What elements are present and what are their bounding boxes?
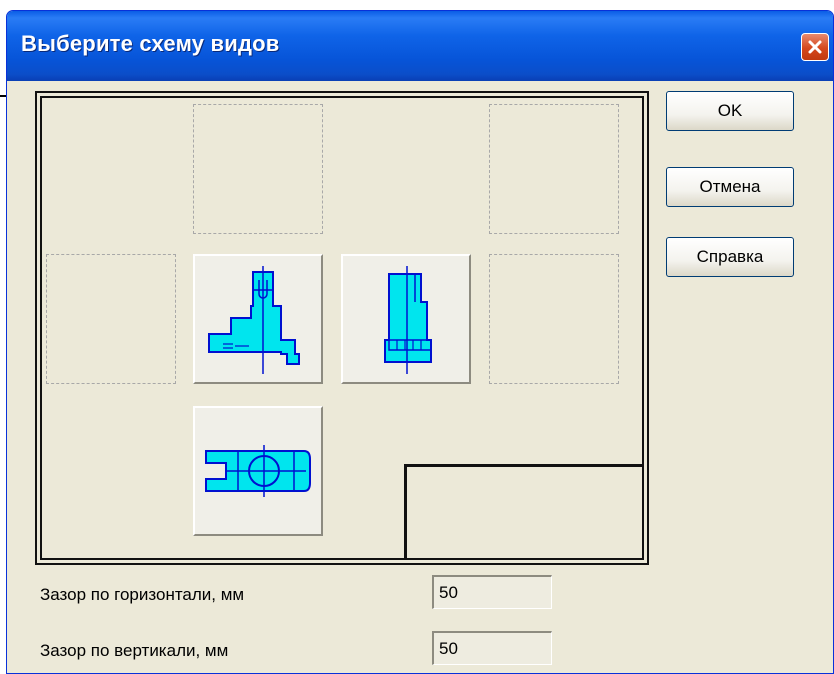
sheet-frame [40, 96, 644, 560]
vertical-gap-label: Зазор по вертикали, мм [40, 641, 229, 660]
close-icon [808, 40, 822, 54]
empty-slot-left[interactable] [46, 254, 176, 384]
empty-slot-top-right[interactable] [489, 104, 619, 234]
front-view-icon [208, 266, 300, 374]
side-view-icon [384, 266, 432, 374]
side-view-tile[interactable] [341, 254, 471, 384]
title-bar[interactable]: Выберите схему видов [7, 11, 833, 81]
top-view-tile[interactable] [193, 406, 323, 536]
close-button[interactable] [801, 33, 829, 61]
top-view-icon [205, 445, 311, 497]
horizontal-gap-input[interactable] [432, 575, 552, 609]
dialog-window: Выберите схему видов OK Отмена Справка З… [6, 10, 834, 674]
title-block [404, 464, 642, 558]
dialog-client: OK Отмена Справка Зазор по горизонтали, … [10, 81, 830, 673]
horizontal-gap-label: Зазор по горизонтали, мм [40, 585, 245, 604]
empty-slot-right[interactable] [489, 254, 619, 384]
vertical-gap-input[interactable] [432, 631, 552, 665]
help-button[interactable]: Справка [666, 237, 794, 277]
view-scheme-panel [35, 91, 649, 565]
window-title: Выберите схему видов [21, 31, 280, 56]
empty-slot-top[interactable] [193, 104, 323, 234]
cancel-button[interactable]: Отмена [666, 167, 794, 207]
ok-button[interactable]: OK [666, 91, 794, 131]
front-view-tile[interactable] [193, 254, 323, 384]
